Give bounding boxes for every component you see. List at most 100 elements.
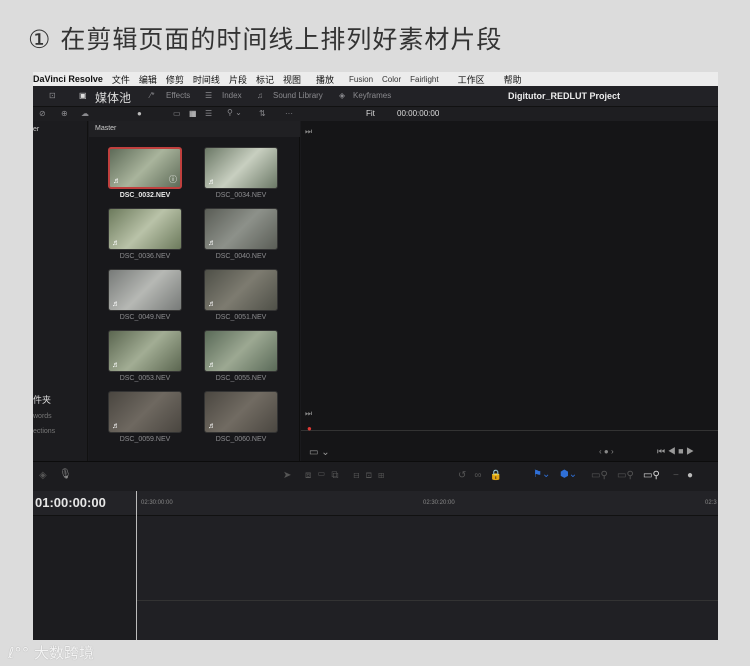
clip-name: DSC_0051.NEV bbox=[215, 314, 267, 321]
sound-library-button[interactable]: Sound Library bbox=[273, 91, 323, 100]
collections-item[interactable]: ections bbox=[33, 428, 55, 435]
transport-controls[interactable]: ⏮ ◀ ■ ▶ bbox=[657, 446, 694, 457]
clip-thumbnail[interactable]: ♬ bbox=[108, 391, 182, 433]
project-title: Digitutor_REDLUT Project bbox=[508, 91, 621, 101]
clip-item[interactable]: ♬ DSC_0040.NEV bbox=[204, 208, 278, 260]
clip-item[interactable]: ♬ DSC_0036.NEV bbox=[108, 208, 182, 260]
clip-thumbnail[interactable]: ♬ bbox=[204, 330, 278, 372]
eye-icon[interactable]: ◈ bbox=[39, 470, 47, 481]
jog-control[interactable]: ‹ ● › bbox=[599, 447, 614, 456]
clip-thumbnail[interactable]: ♬ bbox=[108, 269, 182, 311]
clip-item[interactable]: ♬ DSC_0059.NEV bbox=[108, 391, 182, 443]
menu-fusion[interactable]: Fusion bbox=[349, 75, 373, 84]
safe-area-icon[interactable]: ▭ ⌄ bbox=[309, 447, 330, 458]
detail-view-icon[interactable]: ☰ bbox=[205, 109, 212, 118]
media-pool: Master ♬ ⓘ DSC_0032.NEV ♬ DSC_0034.NEV ♬ DSC_0… bbox=[89, 121, 300, 461]
davinci-window: DaVinci Resolve 文件 编辑 修剪 时间线 片段 标记 视图 播放… bbox=[33, 72, 718, 640]
clip-name: DSC_0055.NEV bbox=[215, 375, 267, 382]
menu-mark[interactable]: 标记 bbox=[256, 73, 274, 86]
menu-bar: DaVinci Resolve 文件 编辑 修剪 时间线 片段 标记 视图 播放… bbox=[33, 72, 718, 86]
audio-icon: ♬ bbox=[208, 299, 216, 308]
clip-thumbnail[interactable]: ♬ bbox=[108, 330, 182, 372]
clip-item[interactable]: ♬ DSC_0051.NEV bbox=[204, 269, 278, 321]
audio-icon: ♬ bbox=[208, 421, 216, 430]
clip-thumbnail[interactable]: ♬ bbox=[204, 269, 278, 311]
clip-name: DSC_0034.NEV bbox=[215, 192, 267, 199]
clip-name: DSC_0053.NEV bbox=[119, 375, 171, 382]
menu-color[interactable]: Color bbox=[382, 75, 401, 84]
audio-icon: ♬ bbox=[112, 421, 120, 430]
clip-thumbnail[interactable]: ♬ ⓘ bbox=[108, 147, 182, 189]
menu-workspace[interactable]: 工作区 bbox=[458, 73, 485, 86]
menu-file[interactable]: 文件 bbox=[112, 73, 130, 86]
search-icon[interactable]: ⚲ ⌄ bbox=[227, 108, 242, 117]
fit-dropdown[interactable]: Fit bbox=[366, 109, 375, 118]
last-frame-icon[interactable]: ⏭ bbox=[305, 409, 312, 419]
audio-icon: ♬ bbox=[112, 238, 120, 247]
keyframes-icon: ◈ bbox=[339, 91, 346, 100]
zoom-custom-icon[interactable]: ▭⚲ bbox=[643, 470, 660, 481]
viewer-playhead[interactable]: ● bbox=[307, 424, 312, 433]
clip-thumbnail[interactable]: ♬ bbox=[108, 208, 182, 250]
cloud-icon[interactable]: ☁ bbox=[81, 109, 89, 118]
microphone-icon[interactable]: 🎙 bbox=[59, 469, 72, 480]
list-view-icon[interactable]: ▭ bbox=[173, 109, 181, 118]
menu-playback[interactable]: 播放 bbox=[316, 73, 334, 86]
sort-icon[interactable]: ⇅ bbox=[259, 109, 266, 118]
clip-item[interactable]: ♬ ⓘ DSC_0032.NEV bbox=[108, 147, 182, 199]
clip-item[interactable]: ♬ DSC_0053.NEV bbox=[108, 330, 182, 382]
menu-edit[interactable]: 编辑 bbox=[139, 73, 157, 86]
keywords-item[interactable]: words bbox=[33, 413, 52, 420]
keyframes-button[interactable]: Keyframes bbox=[353, 91, 391, 100]
watermark-logo: ℓ°° 大数跨境 bbox=[8, 644, 94, 662]
link-icon[interactable]: ⊘ bbox=[39, 109, 46, 118]
menu-help[interactable]: 帮助 bbox=[504, 73, 522, 86]
zoom-full-icon[interactable]: ▭⚲ bbox=[591, 470, 608, 481]
menu-timeline[interactable]: 时间线 bbox=[193, 73, 220, 86]
top-toolbar: ⊡ ▣ 媒体池 ⁄* Effects ☰ Index ♫ Sound Libra… bbox=[33, 86, 718, 107]
snap-link-lock[interactable]: ↺∞🔒 bbox=[458, 470, 510, 481]
clip-item[interactable]: ♬ DSC_0034.NEV bbox=[204, 147, 278, 199]
more-icon[interactable]: ··· bbox=[285, 109, 293, 118]
clip-item[interactable]: ♬ DSC_0055.NEV bbox=[204, 330, 278, 382]
tick-label: 02:30:00:00 bbox=[141, 500, 173, 506]
clip-thumbnail[interactable]: ♬ bbox=[204, 147, 278, 189]
clip-item[interactable]: ♬ DSC_0049.NEV bbox=[108, 269, 182, 321]
zoom-slider[interactable]: ● bbox=[137, 109, 142, 118]
menu-app[interactable]: DaVinci Resolve bbox=[33, 74, 103, 84]
clip-item[interactable]: ♬ DSC_0060.NEV bbox=[204, 391, 278, 443]
dropdown-icon[interactable]: ⊡ bbox=[49, 91, 56, 100]
tick-label: 02:30:20:00 bbox=[423, 500, 455, 506]
master-bin[interactable]: er bbox=[33, 126, 39, 133]
menu-clip[interactable]: 片段 bbox=[229, 73, 247, 86]
media-pool-button[interactable]: 媒体池 bbox=[95, 89, 131, 106]
next-clip-icon[interactable]: ⏭ bbox=[305, 127, 312, 137]
clip-name: DSC_0036.NEV bbox=[119, 253, 171, 260]
menu-trim[interactable]: 修剪 bbox=[166, 73, 184, 86]
clip-thumbnail[interactable]: ♬ bbox=[204, 208, 278, 250]
marker-icon[interactable]: ⬢⌄ bbox=[560, 469, 577, 480]
audio-icon: ♬ bbox=[112, 360, 120, 369]
clip-name: DSC_0032.NEV bbox=[119, 192, 171, 199]
menu-fairlight[interactable]: Fairlight bbox=[410, 75, 438, 84]
zoom-out-icon[interactable]: − bbox=[673, 470, 679, 481]
grid-view-icon[interactable]: ▦ bbox=[189, 109, 197, 118]
timeline-playhead[interactable] bbox=[136, 491, 137, 640]
info-icon[interactable]: ⓘ bbox=[169, 174, 177, 185]
tick-label: 02:3 bbox=[705, 500, 717, 506]
clip-name: DSC_0059.NEV bbox=[119, 436, 171, 443]
zoom-detail-icon[interactable]: ▭⚲ bbox=[617, 470, 634, 481]
effects-button[interactable]: Effects bbox=[166, 91, 190, 100]
index-button[interactable]: Index bbox=[222, 91, 242, 100]
flag-icon[interactable]: ⚑⌄ bbox=[533, 469, 550, 480]
timeline-toolbar: ◈ 🎙 ➤ ⧈▭⧉ ⊟⊡⊞ ↺∞🔒 ⚑⌄ ⬢⌄ ▭⚲ ▭⚲ ▭⚲ − ● bbox=[33, 461, 718, 491]
timeline-timecode: 01:00:00:00 bbox=[35, 495, 106, 510]
media-pool-icon: ▣ bbox=[79, 91, 87, 100]
zoom-slider[interactable]: ● bbox=[687, 470, 693, 481]
import-icon[interactable]: ⊕ bbox=[61, 109, 68, 118]
clip-thumbnail[interactable]: ♬ bbox=[204, 391, 278, 433]
selection-tool-icon[interactable]: ➤ bbox=[283, 470, 291, 481]
menu-view[interactable]: 视图 bbox=[283, 73, 301, 86]
page-title: ① 在剪辑页面的时间线上排列好素材片段 bbox=[28, 25, 503, 54]
edit-tools[interactable]: ⧈▭⧉ ⊟⊡⊞ bbox=[305, 470, 390, 481]
